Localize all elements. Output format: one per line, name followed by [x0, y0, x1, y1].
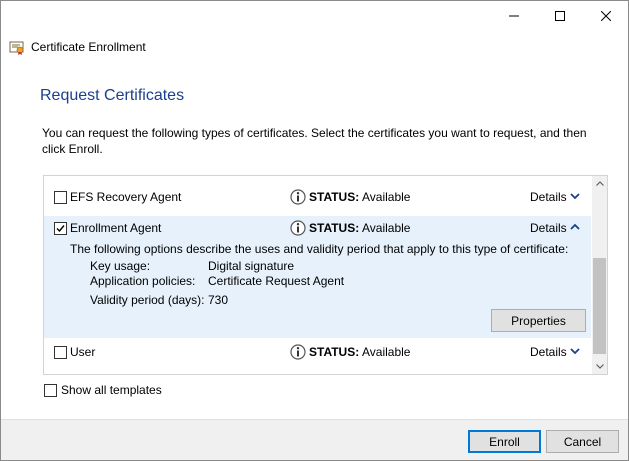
certificate-row-user: User STATUS: Available Details	[44, 340, 591, 366]
certificate-list: EFS Recovery Agent STATUS: Available Det…	[43, 175, 608, 375]
application-policies-value: Certificate Request Agent	[208, 274, 345, 288]
enrollment-agent-checkbox[interactable]	[54, 222, 67, 235]
certificate-icon	[9, 41, 24, 55]
certificate-row-efs-recovery-agent: EFS Recovery Agent STATUS: Available Det…	[44, 185, 591, 211]
details-link[interactable]: Details	[530, 221, 567, 235]
window-title-row: Certificate Enrollment	[9, 37, 146, 57]
chevron-down-icon[interactable]	[570, 347, 580, 355]
page-heading: Request Certificates	[40, 87, 185, 104]
status-value: Available	[362, 190, 411, 204]
status-value: Available	[362, 221, 411, 235]
minimize-button[interactable]	[491, 1, 537, 31]
scroll-down-button[interactable]	[592, 359, 607, 374]
info-icon	[290, 344, 306, 360]
certificate-name: Enrollment Agent	[70, 221, 162, 235]
cancel-button[interactable]: Cancel	[546, 430, 619, 453]
key-usage-value: Digital signature	[208, 259, 295, 273]
certificate-name: EFS Recovery Agent	[70, 190, 182, 204]
close-icon	[601, 11, 611, 21]
efs-recovery-agent-checkbox[interactable]	[54, 191, 67, 204]
certificate-enrollment-window: Certificate Enrollment Request Certifica…	[0, 0, 629, 461]
certificate-row-enrollment-agent: Enrollment Agent STATUS: Available Detai…	[44, 216, 591, 242]
minimize-icon	[509, 15, 519, 17]
application-policies-label: Application policies:	[90, 274, 196, 288]
scrollbar-thumb[interactable]	[593, 258, 606, 354]
status-label: STATUS:	[309, 221, 360, 235]
details-link[interactable]: Details	[530, 345, 567, 359]
dialog-footer: Enroll Cancel	[1, 419, 628, 460]
key-usage-label: Key usage:	[90, 259, 151, 273]
certificate-name: User	[70, 345, 96, 359]
user-checkbox[interactable]	[54, 346, 67, 359]
properties-button[interactable]: Properties	[491, 309, 586, 332]
show-all-templates[interactable]: Show all templates	[44, 382, 162, 398]
info-icon	[290, 189, 306, 205]
status-label: STATUS:	[309, 345, 360, 359]
show-all-templates-checkbox[interactable]	[44, 383, 57, 397]
show-all-templates-label: Show all templates	[61, 383, 162, 397]
chevron-down-icon[interactable]	[570, 192, 580, 200]
close-button[interactable]	[583, 1, 628, 31]
checkmark-icon	[56, 225, 65, 233]
scroll-up-arrow-icon	[595, 181, 604, 186]
expanded-certificate-panel: Enrollment Agent STATUS: Available Detai…	[44, 216, 591, 338]
maximize-icon	[555, 11, 565, 21]
page-description: You can request the following types of c…	[42, 126, 587, 156]
scroll-down-arrow-icon	[595, 364, 604, 369]
scroll-up-button[interactable]	[592, 176, 607, 191]
info-icon	[290, 220, 306, 236]
chevron-up-icon[interactable]	[570, 223, 580, 231]
maximize-button[interactable]	[537, 1, 583, 31]
validity-period-label: Validity period (days):	[90, 293, 205, 307]
vertical-scrollbar[interactable]	[592, 176, 607, 374]
details-link[interactable]: Details	[530, 190, 567, 204]
enroll-button[interactable]: Enroll	[468, 430, 541, 453]
validity-period-value: 730	[208, 293, 229, 307]
window-title: Certificate Enrollment	[31, 40, 146, 54]
expanded-description: The following options describe the uses …	[70, 242, 569, 256]
status-value: Available	[362, 345, 411, 359]
status-label: STATUS:	[309, 190, 360, 204]
